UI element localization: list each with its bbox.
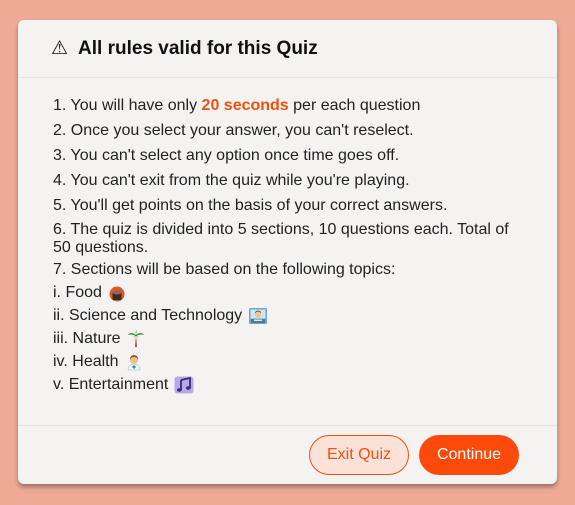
warning-icon: ⚠ [51,37,69,59]
exit-quiz-button[interactable]: Exit Quiz [309,435,409,475]
dialog-header: ⚠ All rules valid for this Quiz [18,20,557,78]
rule-3: 3. You can't select any option once time… [53,147,400,164]
topic-food: i. Food [53,283,529,303]
continue-button[interactable]: Continue [419,435,519,475]
topic-nature: iii. Nature [53,329,529,349]
topic-label: i. Food [53,284,102,301]
health-worker-icon [125,353,143,371]
music-notes-icon [174,376,194,394]
topic-science: ii. Science and Technology [53,306,529,326]
topic-entertainment: v. Entertainment [53,375,529,395]
technologist-icon [248,307,268,325]
topic-health: iv. Health [53,352,529,372]
rule-1-suffix: per each question [288,97,421,114]
rules-list: 1. You will have only 20 seconds per eac… [18,78,557,426]
palm-tree-icon [127,330,145,348]
rule-2: 2. Once you select your answer, you can'… [53,122,414,139]
topic-label: iv. Health [53,353,119,370]
topic-label: iii. Nature [53,330,121,347]
rule-4: 4. You can't exit from the quiz while yo… [53,172,410,189]
dialog-title: All rules valid for this Quiz [78,37,318,59]
time-limit-highlight: 20 seconds [201,97,289,114]
rule-1: 1. You will have only 20 seconds per eac… [53,96,529,116]
rule-5: 5. You'll get points on the basis of you… [53,197,448,214]
rules-dialog: ⚠ All rules valid for this Quiz 1. You w… [18,20,557,484]
topic-label: v. Entertainment [53,376,169,393]
food-icon [108,284,126,302]
rule-1-prefix: 1. You will have only [53,97,202,114]
topic-label: ii. Science and Technology [53,307,243,324]
rule-6: 6. The quiz is divided into 5 sections, … [53,221,509,256]
rule-7: 7. Sections will be based on the followi… [53,261,396,278]
dialog-footer: Exit Quiz Continue [18,426,557,484]
